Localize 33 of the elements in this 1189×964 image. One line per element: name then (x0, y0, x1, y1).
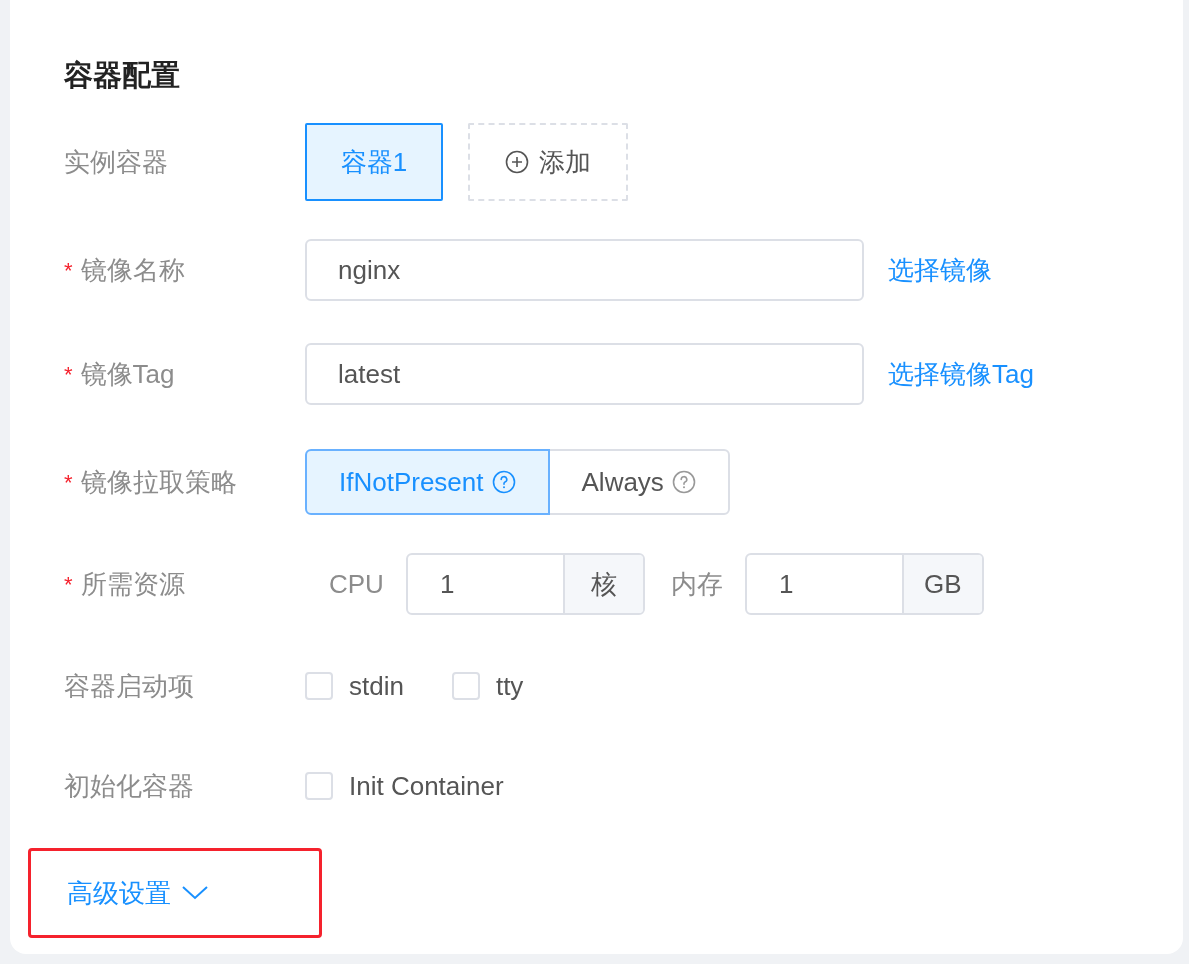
field-label: 实例容器 (64, 146, 168, 177)
help-icon (671, 470, 696, 494)
field-label: 镜像名称 (80, 253, 185, 287)
checkbox[interactable] (305, 772, 333, 800)
required-mark: * (64, 468, 73, 497)
field-value: 1 (438, 567, 456, 601)
field-label: 初始化容器 (64, 769, 194, 803)
number-field[interactable]: 1 核 (405, 553, 645, 615)
field-label: 所需资源 (80, 567, 185, 601)
plus-circle-icon (505, 150, 529, 174)
checkbox[interactable] (451, 672, 480, 700)
checkbox[interactable] (305, 672, 333, 700)
resource-label: CPU (329, 567, 384, 601)
required-mark: * (64, 256, 73, 285)
unit-addon: 核 (562, 555, 643, 613)
number-field[interactable]: 1 GB (744, 553, 984, 615)
text-field[interactable]: nginx (305, 239, 864, 301)
add-button[interactable]: 添加 (468, 123, 628, 201)
text-field[interactable]: latest (305, 343, 864, 405)
checkbox-label: stdin (349, 669, 404, 703)
radio-option[interactable]: Always (547, 449, 730, 515)
field-value: 1 (777, 567, 795, 601)
checkbox-label: Init Container (349, 769, 504, 803)
field-label: 容器启动项 (64, 669, 194, 703)
field-label: 镜像Tag (80, 357, 175, 391)
required-mark: * (64, 360, 73, 389)
unit-addon: GB (901, 555, 982, 613)
checkbox-label: tty (495, 669, 524, 703)
help-icon (491, 470, 516, 494)
required-mark: * (64, 570, 73, 599)
resource-label: 内存 (670, 567, 723, 601)
section-title: 容器配置 (64, 58, 181, 93)
field-label: 镜像拉取策略 (80, 465, 237, 499)
